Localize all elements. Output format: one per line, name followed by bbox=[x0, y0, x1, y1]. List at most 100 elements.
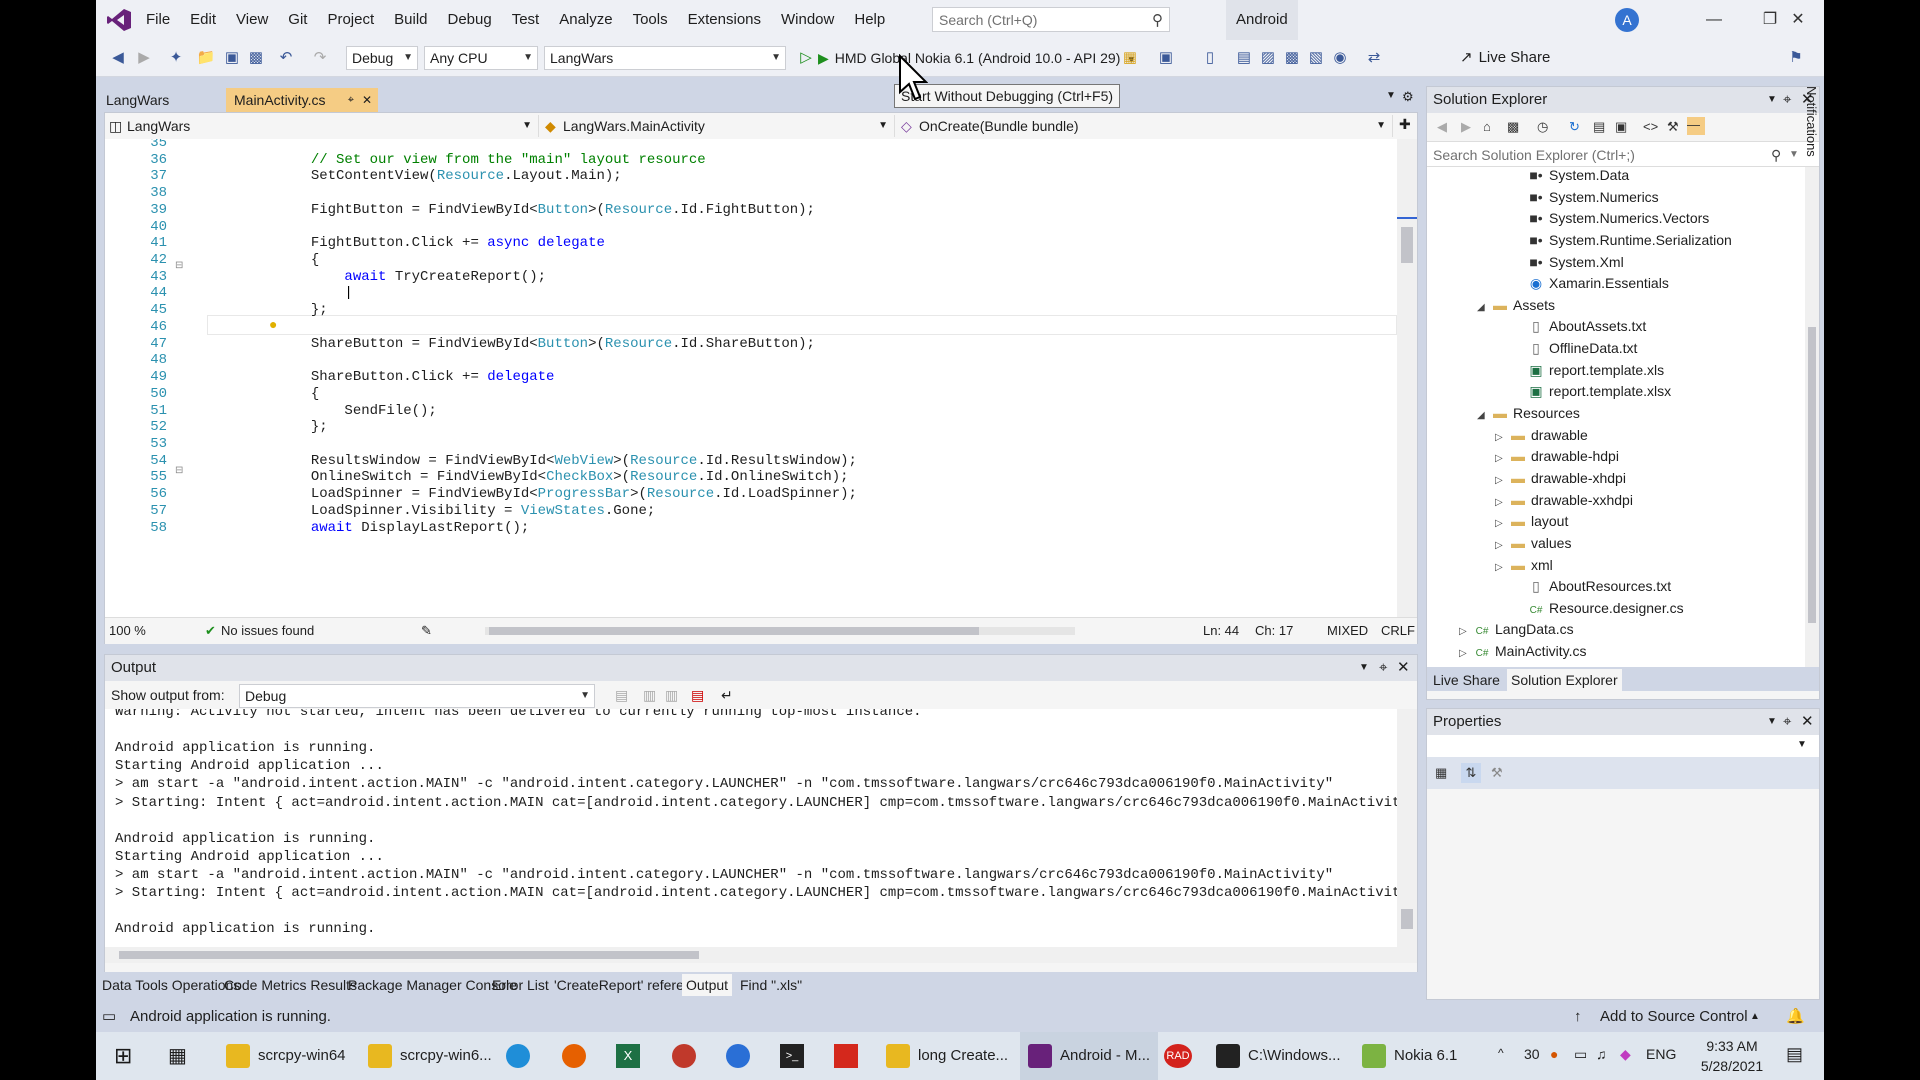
taskbar-app-long-create[interactable]: long Create... bbox=[886, 1032, 1008, 1080]
excel-icon[interactable]: X bbox=[616, 1044, 640, 1068]
collapsed-arrow-icon[interactable]: ▷ bbox=[1495, 535, 1509, 556]
firefox-icon[interactable] bbox=[562, 1044, 586, 1068]
tab-error-list[interactable]: Error List bbox=[488, 974, 553, 996]
prev-message-icon[interactable]: ▥ bbox=[643, 681, 656, 709]
taskbar-app-cmd[interactable]: C:\Windows... bbox=[1216, 1032, 1341, 1080]
collapse-all-icon[interactable]: ▤ bbox=[1593, 119, 1605, 135]
scrollbar-thumb[interactable] bbox=[1401, 909, 1413, 929]
task-view-icon[interactable]: ▦ bbox=[168, 1044, 187, 1068]
tree-item[interactable]: ▷ C# MainActivity.cs bbox=[1459, 641, 1587, 662]
tree-item[interactable]: ■• System.Runtime.Serialization bbox=[1513, 230, 1732, 251]
tree-item[interactable]: ▷ ▬ drawable-xhdpi bbox=[1495, 468, 1626, 489]
start-without-debugging-icon[interactable]: ▷ bbox=[796, 48, 816, 68]
tree-item[interactable]: ▷ ▬ drawable bbox=[1495, 425, 1588, 446]
tree-item[interactable]: ▯ AboutAssets.txt bbox=[1513, 316, 1646, 337]
project-nav-select[interactable]: ◫ LangWars ▼ bbox=[105, 115, 539, 137]
menu-edit[interactable]: Edit bbox=[180, 0, 226, 40]
preview-selected-icon[interactable]: — bbox=[1687, 117, 1705, 135]
cleanup-icon[interactable]: ✎ bbox=[421, 618, 432, 644]
minimize-icon[interactable]: — bbox=[1686, 0, 1742, 40]
show-all-files-icon[interactable]: ▣ bbox=[1615, 119, 1627, 135]
issues-label[interactable]: No issues found bbox=[221, 618, 314, 644]
pin-icon[interactable]: ⌖ bbox=[1783, 709, 1791, 735]
close-icon[interactable]: ✕ bbox=[1801, 709, 1814, 735]
collapsed-arrow-icon[interactable]: ▷ bbox=[1459, 621, 1473, 642]
property-pages-icon[interactable]: ⚒ bbox=[1491, 765, 1503, 781]
menu-test[interactable]: Test bbox=[502, 0, 550, 40]
save-all-icon[interactable]: ▩ bbox=[246, 48, 266, 68]
scrollbar-thumb[interactable] bbox=[489, 627, 979, 635]
toolbar-icon-d[interactable]: ◉ bbox=[1330, 48, 1350, 68]
next-message-icon[interactable]: ▥ bbox=[665, 681, 678, 709]
output-source-select[interactable]: Debug ▼ bbox=[239, 684, 595, 708]
back-icon[interactable]: ◀ bbox=[108, 48, 128, 68]
output-horizontal-scrollbar[interactable] bbox=[105, 947, 1417, 963]
pending-changes-icon[interactable]: ◷ bbox=[1537, 119, 1548, 135]
tree-item[interactable]: ▣ report.template.xlsx bbox=[1513, 381, 1671, 402]
code-area[interactable]: 35 36 // Set our view from the "main" lay… bbox=[105, 139, 1397, 617]
toolbar-icon-e[interactable]: ⇄ bbox=[1364, 48, 1384, 68]
tab-find-xls[interactable]: Find ".xls" bbox=[736, 974, 806, 996]
member-nav-select[interactable]: ◇ OnCreate(Bundle bundle) ▼ bbox=[897, 115, 1393, 137]
android-sdk-icon[interactable]: ▯ bbox=[1200, 48, 1220, 68]
menu-project[interactable]: Project bbox=[317, 0, 384, 40]
avatar[interactable]: A bbox=[1615, 8, 1639, 32]
screen-recorder-icon[interactable] bbox=[672, 1044, 696, 1068]
network-icon[interactable]: ▭ bbox=[1574, 1046, 1587, 1063]
clear-all-icon[interactable]: ▤ bbox=[691, 681, 704, 709]
volume-icon[interactable]: ♫ bbox=[1596, 1046, 1607, 1062]
lightbulb-icon[interactable]: ● bbox=[269, 316, 277, 332]
startup-project-select[interactable]: LangWars ▼ bbox=[544, 46, 786, 70]
output-vertical-scrollbar[interactable] bbox=[1397, 709, 1417, 947]
close-icon[interactable]: ✕ bbox=[362, 88, 372, 112]
run-device-button[interactable]: ▶ HMD Global Nokia 6.1 (Android 10.0 - AP… bbox=[818, 46, 1136, 70]
gear-icon[interactable]: ⚙ bbox=[1402, 89, 1414, 105]
tree-item[interactable]: ▣ report.template.xls bbox=[1513, 360, 1664, 381]
menu-build[interactable]: Build bbox=[384, 0, 437, 40]
taskbar-app-visual-studio[interactable]: Android - M... bbox=[1020, 1032, 1159, 1080]
view-code-icon[interactable]: <> bbox=[1643, 119, 1658, 134]
platform-select[interactable]: Any CPU ▼ bbox=[424, 46, 538, 70]
tab-langwars[interactable]: LangWars bbox=[98, 88, 216, 112]
back-icon[interactable]: ◀ bbox=[1437, 119, 1447, 135]
windows-start-icon[interactable]: ⊞ bbox=[114, 1044, 132, 1068]
scrollbar-thumb[interactable] bbox=[1401, 227, 1413, 263]
collapse-icon[interactable]: ⊟ bbox=[175, 465, 183, 476]
object-select[interactable]: ▼ bbox=[1427, 735, 1819, 757]
find-message-icon[interactable]: ▤ bbox=[615, 681, 628, 709]
folder-icon[interactable]: ▦ bbox=[1120, 48, 1140, 68]
close-icon[interactable]: ✕ bbox=[1770, 0, 1824, 40]
split-icon[interactable]: ✚ bbox=[1399, 116, 1411, 133]
config-select[interactable]: Debug ▼ bbox=[346, 46, 418, 70]
tree-item[interactable]: ▷ C# LangData.cs bbox=[1459, 619, 1574, 640]
close-icon[interactable]: ✕ bbox=[1397, 655, 1410, 681]
line-ending[interactable]: CRLF bbox=[1381, 618, 1415, 644]
collapsed-arrow-icon[interactable]: ▷ bbox=[1495, 492, 1509, 513]
undo-icon[interactable]: ↶ bbox=[276, 48, 296, 68]
live-share-button[interactable]: ↗ Live Share bbox=[1460, 46, 1550, 70]
tab-solution-explorer[interactable]: Solution Explorer bbox=[1507, 669, 1622, 691]
open-folder-icon[interactable]: 📁 bbox=[196, 48, 216, 68]
tray-app-icon[interactable]: ◆ bbox=[1620, 1046, 1631, 1063]
collapsed-arrow-icon[interactable]: ▷ bbox=[1495, 557, 1509, 578]
tab-list-chevron-icon[interactable]: ▼ bbox=[1386, 90, 1396, 101]
menu-file[interactable]: File bbox=[136, 0, 180, 40]
tree-item[interactable]: ◢ ▬ Assets bbox=[1477, 295, 1555, 316]
expanded-arrow-icon[interactable]: ◢ bbox=[1477, 405, 1491, 426]
device-manager-icon[interactable]: ▣ bbox=[1156, 48, 1176, 68]
tree-item[interactable]: ▷ ▬ drawable-hdpi bbox=[1495, 446, 1619, 467]
collapsed-arrow-icon[interactable]: ▷ bbox=[1495, 448, 1509, 469]
terminal-icon[interactable]: ▩ bbox=[1282, 48, 1302, 68]
menu-analyze[interactable]: Analyze bbox=[549, 0, 622, 40]
clock[interactable]: 9:33 AM 5/28/2021 bbox=[1692, 1036, 1772, 1076]
switch-views-icon[interactable]: ▩ bbox=[1507, 119, 1519, 135]
tree-item[interactable]: ▷ ▬ values bbox=[1495, 533, 1571, 554]
toolbar-icon-a[interactable]: ▤ bbox=[1234, 48, 1254, 68]
output-text[interactable]: Warning: Activity not started, intent ha… bbox=[105, 709, 1397, 947]
chevron-down-icon[interactable]: ▼ bbox=[1767, 709, 1777, 735]
chevron-down-icon[interactable]: ▼ bbox=[1767, 87, 1777, 113]
pin-icon[interactable]: ⌖ bbox=[1379, 655, 1387, 681]
tree-item[interactable]: ▷ ▬ xml bbox=[1495, 555, 1553, 576]
vertical-scrollbar[interactable] bbox=[1397, 139, 1417, 617]
bell-icon[interactable]: 🔔 bbox=[1786, 1002, 1805, 1032]
